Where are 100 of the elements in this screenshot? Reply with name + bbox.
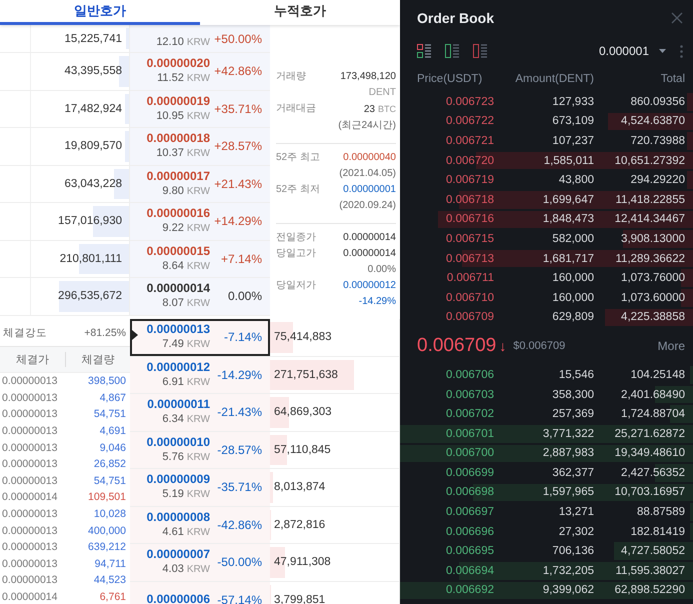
amount-text: 43,800 [558,174,594,186]
krw-price: 4.61 [162,524,184,540]
amount-text: 160,000 [551,292,594,304]
volume-text: 57,110,845 [274,444,331,456]
amount-text: 1,699,647 [542,194,594,206]
usd-price: $0.006709 [513,340,566,352]
trade-amount: 26,852 [94,458,126,470]
info-note: (2020.09.24) [338,199,396,213]
price-text: 0.006721 [445,134,494,147]
currency-unit: KRW [186,72,210,86]
krw-price: 8.07 [162,296,184,312]
info-note: DENT [368,86,396,100]
trade-price: 0.00000013 [2,425,58,438]
current-price-marker [132,330,138,340]
trade-price: 0.00000013 [2,524,58,537]
krw-price: 12.10 [156,35,184,50]
currency-unit: BTC [378,104,396,114]
currency-unit: KRW [186,222,210,236]
change-rate: +42.86% [213,64,262,78]
amount-text: 629,809 [551,311,594,324]
tab[interactable]: 누적호가 [200,0,400,25]
info-value: 0.00000014 [343,247,396,261]
info-value: 173,498,120 [340,70,396,84]
price-text: 0.006692 [445,584,494,596]
trade-price: 0.00000014 [2,591,58,604]
amount-text: 13,271 [558,506,594,518]
info-note: 0.00% [366,263,396,277]
total-text: 11,289.36622 [614,252,685,265]
volume-text: 296,535,672 [58,290,122,302]
trade-price: 0.00000013 [2,474,58,487]
price-text: 0.006698 [445,486,494,498]
close-icon[interactable] [671,12,683,24]
info-note: -14.29% [358,295,396,309]
volume-text: 17,482,924 [64,102,122,115]
krw-price: 5.76 [162,450,184,465]
amount-text: 362,377 [551,466,594,479]
amount-text: 3,771,322 [542,428,594,440]
bids-layout-icon[interactable] [445,44,459,58]
change-rate: -35.71% [216,480,262,494]
currency-unit: KRW [186,260,210,274]
price-text: 0.00000010 [146,434,210,450]
price-text: 0.006710 [445,292,494,304]
amount-text: 358,300 [551,388,594,401]
price-text: 0.00000007 [146,547,210,562]
total-text: 25,271.62872 [614,428,685,440]
column-header: 체결가 [14,353,50,367]
info-note: (2021.04.05) [338,167,396,181]
currency-unit: KRW [186,184,210,199]
krw-price: 11.52 [157,71,184,86]
price-text: 0.006722 [445,115,494,128]
info-label: 52주 최저 [276,183,320,197]
price-text: 0.006713 [445,252,494,265]
tick-size-dropdown[interactable]: 0.000001 [598,44,666,58]
volume-text: 64,869,303 [274,406,332,418]
price-text: 0.006711 [446,272,494,284]
more-options-icon[interactable] [680,44,683,58]
amount-text: 1,597,965 [542,486,594,498]
total-text: 1,724.88704 [620,408,685,420]
price-text: 0.006695 [445,545,494,558]
change-rate: +35.71% [213,102,262,116]
price-text: 0.006706 [445,368,494,381]
total-text: 2,401.68490 [620,388,685,401]
trade-amount: 6,761 [100,591,126,604]
amount-text: 257,369 [551,408,594,420]
krw-price: 7.49 [162,337,184,352]
volume-text: 15,225,741 [64,32,122,44]
more-link[interactable]: More [658,339,685,354]
info-label: 당일저가 [276,279,316,293]
asks-layout-icon[interactable] [473,44,487,58]
strength-value: +81.25% [84,326,126,338]
amount-text: 673,109 [551,115,594,128]
currency-unit: KRW [186,147,210,162]
price-text: 0.006709 [445,311,494,324]
currency-unit: KRW [186,376,210,390]
currency-unit: KRW [186,488,210,502]
krw-price: 9.80 [162,184,184,199]
change-rate: -28.57% [216,442,262,457]
info-value: 0.00000001 [343,183,396,197]
column-header: Price(USDT) [417,73,484,85]
price-text: 0.006703 [445,388,494,401]
info-label: 거래량 [276,70,306,84]
trade-amount: 44,523 [94,574,126,586]
amount-text: 15,546 [558,368,594,381]
price-text: 0.00000018 [146,131,210,146]
trade-amount: 10,028 [94,508,126,520]
total-text: 11,595.38027 [614,564,685,577]
tab[interactable]: 일반호가 [0,0,200,25]
price-text: 0.006699 [445,466,494,479]
trade-amount: 94,711 [94,558,126,570]
change-rate: +21.43% [213,176,262,191]
volume-text: 43,395,558 [64,65,122,78]
info-label: 거래대금 [276,102,316,116]
trade-price: 0.00000013 [2,442,58,454]
change-rate: -14.29% [216,368,262,382]
price-text: 0.006718 [445,194,494,206]
price-text: 0.006720 [445,154,494,167]
trade-price: 0.00000013 [2,408,58,420]
price-text: 0.00000015 [146,244,210,259]
both-sides-layout-icon[interactable] [417,44,431,58]
trade-amount: 109,501 [88,491,126,504]
